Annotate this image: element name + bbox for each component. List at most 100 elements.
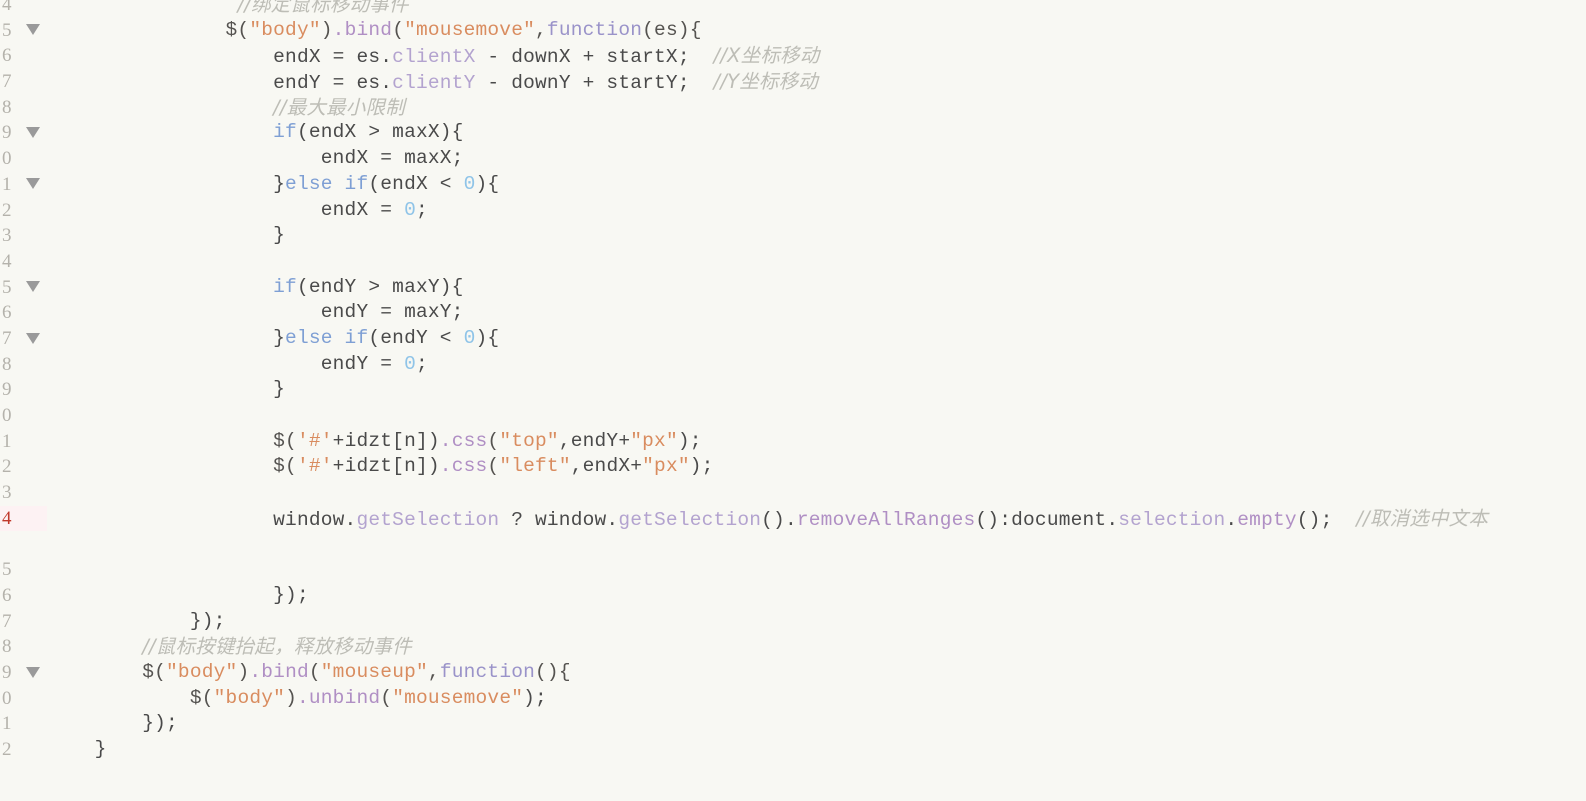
code-line[interactable]: 0 xyxy=(0,403,1586,429)
chevron-down-icon[interactable] xyxy=(26,281,40,293)
code-line-content[interactable]: endX = maxX; xyxy=(47,146,1586,172)
code-line-content[interactable]: if(endY > maxY){ xyxy=(47,275,1586,301)
code-line-content[interactable]: //最大最小限制 xyxy=(47,95,1586,123)
code-line[interactable]: 8 //鼠标按键抬起，释放移动事件 xyxy=(0,634,1586,660)
code-line-content[interactable]: }); xyxy=(47,583,1586,609)
line-number-gutter[interactable]: 2 xyxy=(0,454,47,480)
code-line[interactable]: 3 xyxy=(0,480,1586,506)
line-number-gutter[interactable]: 8 xyxy=(0,95,47,121)
code-line-content[interactable]: endY = es.clientY - downY + startY; //Y坐… xyxy=(47,69,1586,97)
line-number-gutter[interactable]: 9 xyxy=(0,660,47,686)
code-line-content[interactable]: } xyxy=(47,377,1586,403)
code-lines-container[interactable]: 4 //绑定鼠标移动事件 5 $("body").bind("mousemove"… xyxy=(0,0,1586,763)
code-line-content[interactable]: }); xyxy=(47,609,1586,635)
line-number-gutter[interactable]: 2 xyxy=(0,198,47,224)
line-number-gutter[interactable]: 9 xyxy=(0,377,47,403)
code-line-content[interactable]: if(endX > maxX){ xyxy=(47,120,1586,146)
code-line-content[interactable]: $("body").bind("mousemove",function(es){ xyxy=(47,18,1586,44)
chevron-down-icon[interactable] xyxy=(26,127,40,139)
code-line-content[interactable]: endY = 0; xyxy=(47,352,1586,378)
code-line-content[interactable]: endY = maxY; xyxy=(47,300,1586,326)
line-number-gutter[interactable]: 6 xyxy=(0,300,47,326)
code-editor[interactable]: 4 //绑定鼠标移动事件 5 $("body").bind("mousemove"… xyxy=(0,0,1586,801)
code-line[interactable]: 3 } xyxy=(0,223,1586,249)
line-number-gutter[interactable]: 3 xyxy=(0,480,47,506)
code-line-content[interactable]: } xyxy=(47,737,1586,763)
code-line[interactable]: 2 } xyxy=(0,737,1586,763)
code-line-content[interactable]: }); xyxy=(47,711,1586,737)
line-number-gutter[interactable]: 2 xyxy=(0,737,47,763)
code-line-content[interactable]: endX = es.clientX - downX + startX; //X坐… xyxy=(47,43,1586,71)
code-line[interactable]: 0 $("body").unbind("mousemove"); xyxy=(0,686,1586,712)
chevron-down-icon[interactable] xyxy=(26,24,40,36)
line-number: 5 xyxy=(2,19,12,41)
code-line[interactable]: 1 }else if(endX < 0){ xyxy=(0,172,1586,198)
code-line[interactable]: 8 //最大最小限制 xyxy=(0,95,1586,121)
code-line[interactable]: 5 if(endY > maxY){ xyxy=(0,275,1586,301)
line-number-gutter[interactable]: 7 xyxy=(0,609,47,635)
code-line-content[interactable]: window.getSelection ? window.getSelectio… xyxy=(47,506,1586,534)
code-line-content[interactable]: }else if(endY < 0){ xyxy=(47,326,1586,352)
code-line[interactable]: 4 window.getSelection ? window.getSelect… xyxy=(0,505,1586,557)
line-number-gutter[interactable]: 0 xyxy=(0,403,47,429)
code-token-plain: ){ xyxy=(475,326,500,349)
code-line[interactable]: 8 endY = 0; xyxy=(0,352,1586,378)
line-number-gutter[interactable]: 0 xyxy=(0,686,47,712)
chevron-down-icon[interactable] xyxy=(26,666,40,678)
code-token-plain: ,endX+ xyxy=(570,455,643,478)
line-number-gutter[interactable]: 5 xyxy=(0,275,47,301)
code-line-content[interactable]: //鼠标按键抬起，释放移动事件 xyxy=(47,634,1586,662)
line-number-gutter[interactable]: 0 xyxy=(0,146,47,172)
line-number-gutter[interactable]: 7 xyxy=(0,326,47,352)
code-token-punc: $( xyxy=(225,18,250,41)
code-line[interactable]: 7 }); xyxy=(0,609,1586,635)
code-line[interactable]: 6 endY = maxY; xyxy=(0,300,1586,326)
line-number-gutter[interactable]: 3 xyxy=(0,223,47,249)
code-line[interactable]: 4 xyxy=(0,249,1586,275)
line-number-gutter[interactable]: 6 xyxy=(0,583,47,609)
code-line[interactable]: 4 //绑定鼠标移动事件 xyxy=(0,0,1586,18)
code-line[interactable]: 7 }else if(endY < 0){ xyxy=(0,326,1586,352)
code-line[interactable]: 9 $("body").bind("mouseup",function(){ xyxy=(0,660,1586,686)
line-number-gutter[interactable]: 4 xyxy=(0,249,47,275)
code-line[interactable]: 6 }); xyxy=(0,583,1586,609)
code-token-fn: function xyxy=(439,660,536,683)
line-number-gutter[interactable]: 5 xyxy=(0,557,47,583)
line-number-gutter[interactable]: 8 xyxy=(0,352,47,378)
line-number-gutter[interactable]: 7 xyxy=(0,69,47,95)
code-line-content[interactable]: $('#'+idzt[n]).css("top",endY+"px"); xyxy=(47,429,1586,455)
code-line-content[interactable]: $('#'+idzt[n]).css("left",endX+"px"); xyxy=(47,454,1586,480)
code-line-content[interactable]: } xyxy=(47,223,1586,249)
line-number-gutter[interactable]: 1 xyxy=(0,711,47,737)
code-token-string: "body" xyxy=(213,686,286,709)
code-line[interactable]: 1 }); xyxy=(0,711,1586,737)
code-token-method: empty xyxy=(1237,508,1297,531)
line-number-gutter[interactable]: 4 xyxy=(0,0,47,18)
code-token-plain: ); xyxy=(689,455,714,478)
code-line[interactable]: 5 $("body").bind("mousemove",function(es… xyxy=(0,18,1586,44)
code-line[interactable]: 2 $('#'+idzt[n]).css("left",endX+"px"); xyxy=(0,454,1586,480)
code-line-content[interactable]: $("body").unbind("mousemove"); xyxy=(47,686,1586,712)
line-number-gutter[interactable]: 1 xyxy=(0,429,47,455)
line-number-gutter[interactable]: 6 xyxy=(0,43,47,69)
chevron-down-icon[interactable] xyxy=(26,178,40,190)
code-line[interactable]: 1 $('#'+idzt[n]).css("top",endY+"px"); xyxy=(0,429,1586,455)
line-number-gutter[interactable]: 8 xyxy=(0,634,47,660)
line-number-gutter[interactable]: 9 xyxy=(0,120,47,146)
code-line[interactable]: 0 endX = maxX; xyxy=(0,146,1586,172)
code-line[interactable]: 7 endY = es.clientY - downY + startY; //… xyxy=(0,69,1586,95)
code-token-plain: - downX + startX; xyxy=(475,46,714,69)
code-line-content[interactable]: }else if(endX < 0){ xyxy=(47,172,1586,198)
code-line[interactable]: 9 } xyxy=(0,377,1586,403)
code-line[interactable]: 2 endX = 0; xyxy=(0,198,1586,224)
line-number-gutter[interactable]: 5 xyxy=(0,18,47,44)
code-line[interactable]: 5 xyxy=(0,557,1586,583)
code-line[interactable]: 6 endX = es.clientX - downX + startX; //… xyxy=(0,43,1586,69)
code-line-content[interactable]: endX = 0; xyxy=(47,198,1586,224)
code-token-keyword: else if xyxy=(285,172,369,195)
chevron-down-icon[interactable] xyxy=(26,332,40,344)
line-number-gutter[interactable]: 1 xyxy=(0,172,47,198)
code-line[interactable]: 9 if(endX > maxX){ xyxy=(0,120,1586,146)
code-line-content[interactable]: $("body").bind("mouseup",function(){ xyxy=(47,660,1586,686)
line-number-gutter[interactable]: 4 xyxy=(0,505,47,532)
